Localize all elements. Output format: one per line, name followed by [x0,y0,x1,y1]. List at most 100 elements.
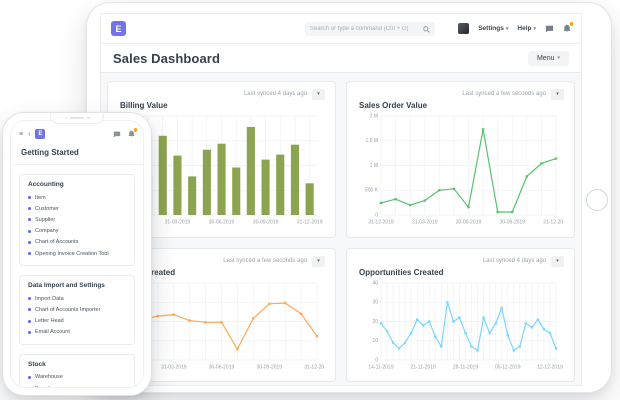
hamburger-menu-icon[interactable]: ≡ [19,131,23,138]
tablet-home-button[interactable] [586,189,608,211]
svg-text:14-11-2019: 14-11-2019 [368,365,393,371]
chevron-down-icon: ▾ [557,55,560,61]
card-dropdown-button[interactable]: ▾ [551,88,564,100]
chart-title: Sales Order Value [359,101,428,110]
list-item[interactable]: Import Data [28,293,126,304]
settings-label: Settings [478,25,504,32]
menu-button[interactable]: Menu ▾ [527,50,569,66]
svg-text:20: 20 [372,319,378,325]
camera-dot-icon [87,116,90,120]
notifications-button[interactable] [128,128,137,138]
svg-text:12-12-2019: 12-12-2019 [537,365,563,371]
sync-status: Last synced a few seconds ago [223,258,307,264]
section-data-import-and-settings: Data Import and Settings Import Data Chart… [19,275,135,345]
svg-text:30: 30 [372,300,378,306]
section-accounting: Accounting Item Customer Supplier Company Cha… [19,174,135,267]
notification-dot [133,128,137,132]
chevron-down-icon: ▾ [556,90,559,97]
svg-text:1.5 M: 1.5 M [365,138,378,144]
list-item[interactable]: Chart of Accounts Importer [28,304,126,315]
list-item[interactable]: Warehouse [28,372,126,383]
chat-icon [545,25,554,32]
top-navbar: E Settings ▾ Help ▾ [101,14,581,44]
tablet-device-frame: E Settings ▾ Help ▾ [86,2,612,393]
svg-text:31-12-2018: 31-12-2018 [368,220,394,226]
bullet-dot-icon [28,240,31,244]
tablet-screen: E Settings ▾ Help ▾ [100,13,582,386]
svg-text:31-03-2019: 31-03-2019 [165,220,191,226]
bullet-dot-icon [28,218,31,222]
list-item[interactable]: Brand [28,383,126,387]
chat-button[interactable] [545,25,554,33]
bullet-dot-icon [28,297,31,301]
list-item-label: Chart of Accounts [35,239,79,246]
svg-text:31-03-2019: 31-03-2019 [161,365,187,371]
chart-title: Opportunities Created [359,268,444,277]
list-item-label: Company [35,228,59,235]
user-avatar[interactable] [458,23,470,34]
phone-status-right [113,128,137,138]
search-input[interactable] [310,26,419,32]
search-icon [423,25,430,33]
sync-status: Last synced a few seconds ago [462,91,546,97]
navbar-right-group: Settings ▾ Help ▾ [458,22,573,34]
list-item-label: Customer [35,205,59,212]
list-item-label: Chart of Accounts Importer [35,306,101,313]
section-heading: Stock [28,360,46,368]
app-logo[interactable]: E [35,129,46,139]
svg-text:28-11-2019: 28-11-2019 [453,365,478,371]
section-heading: Accounting [28,181,64,188]
list-item[interactable]: Opening Invoice Creation Tool [28,248,126,259]
sales-order-value-chart: 2 M 1.5 M 1 M 500 K 0 31-12-2018 31-03-2019 30-… [357,112,569,232]
bullet-dot-icon [28,252,31,256]
list-item[interactable]: Chart of Accounts [28,237,126,248]
svg-text:0: 0 [375,357,378,363]
list-item[interactable]: Supplier [28,214,126,225]
bullet-dot-icon [28,308,31,312]
dashboard-grid: Last synced 4 days ago ▾ Billing Value 3… [101,73,581,385]
sync-status: Last synced 4 days ago [482,258,546,264]
list-item-label: Item [35,194,46,201]
stage: E Settings ▾ Help ▾ [0,0,620,400]
svg-text:30-06-2019: 30-06-2019 [209,365,235,371]
back-icon[interactable]: ‹ [28,131,30,138]
bullet-dot-icon [28,229,31,233]
phone-notch [50,113,104,124]
list-item[interactable]: Company [28,226,126,237]
svg-text:1 M: 1 M [370,163,378,169]
svg-text:30-06-2019: 30-06-2019 [456,220,482,226]
list-item[interactable]: Customer [28,203,126,214]
card-dropdown-button[interactable]: ▾ [551,255,564,267]
svg-text:30-09-2019: 30-09-2019 [500,220,526,226]
bullet-dot-icon [28,196,31,200]
svg-text:30-09-2019: 30-09-2019 [257,365,283,371]
bullet-dot-icon [28,207,31,211]
chevron-down-icon: ▾ [317,257,320,264]
list-item[interactable]: Item [28,192,126,203]
chat-icon[interactable] [113,131,121,138]
global-search[interactable] [305,22,435,36]
speaker-slot-icon [70,116,84,120]
svg-text:30-09-2019: 30-09-2019 [253,220,279,226]
sync-status: Last synced 4 days ago [243,91,307,97]
card-header: Last synced 4 days ago ▾ [357,255,564,267]
svg-text:500 K: 500 K [365,188,379,194]
card-opportunities-created: Last synced 4 days ago ▾ Opportunities C… [346,248,575,382]
list-item-label: Opening Invoice Creation Tool [35,250,109,257]
phone-screen: ≡ ‹ E Getting Started Accounting Item Cu… [10,120,144,388]
list-item[interactable]: Email Account [28,327,126,338]
notification-dot [569,22,573,26]
notifications-button[interactable] [563,22,573,33]
svg-text:31-12-2019: 31-12-2019 [304,365,324,371]
svg-text:2 M: 2 M [370,113,378,119]
app-logo[interactable]: E [111,21,126,36]
list-item[interactable]: Letter Head [28,316,126,327]
phone-device-frame: ≡ ‹ E Getting Started Accounting Item Cu… [2,112,152,396]
card-header: Last synced 4 days ago ▾ [118,88,325,100]
card-dropdown-button[interactable]: ▾ [312,88,325,100]
svg-text:21-11-2019: 21-11-2019 [411,365,436,371]
card-dropdown-button[interactable]: ▾ [312,255,325,267]
settings-menu[interactable]: Settings ▾ [478,25,508,32]
help-menu[interactable]: Help ▾ [517,25,536,32]
list-item-label: Email Account [35,329,70,336]
